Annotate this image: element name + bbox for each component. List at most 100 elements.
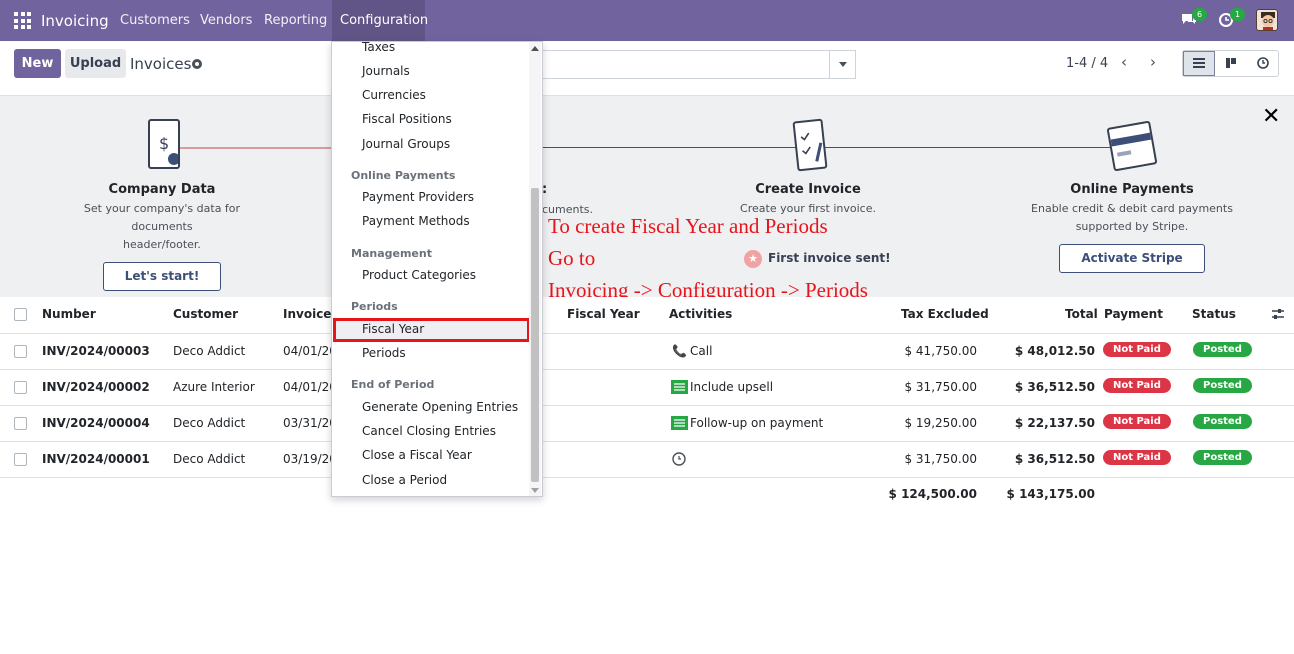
menu-item-product-categories[interactable]: Product Categories xyxy=(362,268,476,282)
row-checkbox[interactable] xyxy=(14,417,27,430)
menu-item-journals[interactable]: Journals xyxy=(362,64,410,78)
optional-columns-icon[interactable] xyxy=(1271,307,1285,325)
cell-number: INV/2024/00001 xyxy=(42,452,150,466)
company-data-illustration-icon: $ xyxy=(148,119,180,169)
menu-reporting[interactable]: Reporting xyxy=(264,13,327,28)
follow-up-icon[interactable] xyxy=(671,416,688,433)
step-desc-2: supported by Stripe. xyxy=(1075,220,1189,233)
table-row[interactable]: INV/2024/00001 Deco Addict 03/19/20 $ 31… xyxy=(0,442,1294,478)
col-total[interactable]: Total xyxy=(1065,307,1098,321)
search-options-toggle[interactable] xyxy=(829,51,855,78)
apps-grid-icon[interactable] xyxy=(14,12,31,29)
row-checkbox[interactable] xyxy=(14,381,27,394)
section-periods: Periods xyxy=(351,300,398,313)
col-customer[interactable]: Customer xyxy=(173,307,238,321)
configuration-dropdown: Taxes Journals Currencies Fiscal Positio… xyxy=(331,40,543,497)
clock-icon[interactable] xyxy=(672,452,686,469)
menu-item-close-fiscal-year[interactable]: Close a Fiscal Year xyxy=(362,448,472,462)
cell-tax-excluded: $ 19,250.00 xyxy=(904,416,977,430)
cell-activity[interactable]: Follow-up on payment xyxy=(690,416,823,430)
activity-view-icon[interactable] xyxy=(1247,51,1279,76)
scroll-up-icon[interactable] xyxy=(531,46,539,51)
annotation-line-2: Go to xyxy=(548,246,596,270)
status-badge: Posted xyxy=(1193,342,1252,357)
col-tax-excluded[interactable]: Tax Excluded xyxy=(901,307,989,321)
star-icon: ★ xyxy=(744,250,762,268)
col-number[interactable]: Number xyxy=(42,307,96,321)
col-payment[interactable]: Payment xyxy=(1104,307,1163,321)
chat-badge: 6 xyxy=(1192,8,1207,21)
step-title: Create Invoice xyxy=(755,182,861,197)
scroll-down-icon[interactable] xyxy=(531,488,539,493)
new-button[interactable]: New xyxy=(14,49,61,78)
table-row[interactable]: INV/2024/00004 Deco Addict 03/31/20 Foll… xyxy=(0,406,1294,442)
control-panel: New Upload Invoices 1-4 / 4 ‹ › xyxy=(0,41,1294,96)
col-activities[interactable]: Activities xyxy=(669,307,732,321)
status-badge: Posted xyxy=(1193,378,1252,393)
first-invoice-sent-status: ★ First invoice sent! xyxy=(744,250,891,268)
gear-icon[interactable] xyxy=(192,59,202,69)
cell-customer: Deco Addict xyxy=(173,344,246,358)
menu-item-generate-opening-entries[interactable]: Generate Opening Entries xyxy=(362,400,518,414)
app-name[interactable]: Invoicing xyxy=(41,12,109,30)
col-fiscal-year[interactable]: Fiscal Year xyxy=(567,307,640,321)
pager-previous-icon[interactable]: ‹ xyxy=(1111,51,1137,75)
cell-activity[interactable]: Call xyxy=(690,344,712,358)
menu-item-fiscal-year[interactable]: Fiscal Year xyxy=(362,322,424,336)
top-navbar: Invoicing Customers Vendors Reporting Co… xyxy=(0,0,1294,41)
payment-badge: Not Paid xyxy=(1103,414,1171,429)
section-online-payments: Online Payments xyxy=(351,169,456,182)
menu-item-payment-methods[interactable]: Payment Methods xyxy=(362,214,470,228)
activity-clock-icon[interactable]: 1 xyxy=(1218,8,1245,32)
menu-item-fiscal-positions[interactable]: Fiscal Positions xyxy=(362,112,452,126)
status-badge: Posted xyxy=(1193,450,1252,465)
cell-customer: Deco Addict xyxy=(173,452,246,466)
status-badge: Posted xyxy=(1193,414,1252,429)
activate-stripe-button[interactable]: Activate Stripe xyxy=(1059,244,1205,273)
menu-customers[interactable]: Customers xyxy=(120,13,190,28)
section-end-of-period: End of Period xyxy=(351,378,435,391)
payment-badge: Not Paid xyxy=(1103,342,1171,357)
cell-customer: Azure Interior xyxy=(173,380,255,394)
row-checkbox[interactable] xyxy=(14,453,27,466)
menu-item-cancel-closing-entries[interactable]: Cancel Closing Entries xyxy=(362,424,496,438)
breadcrumb: Invoices xyxy=(130,55,192,73)
cell-activity[interactable]: Include upsell xyxy=(690,380,773,394)
step-online-payments: Online Payments Enable credit & debit ca… xyxy=(1022,182,1242,273)
payment-badge: Not Paid xyxy=(1103,378,1171,393)
lets-start-button[interactable]: Let's start! xyxy=(102,262,222,291)
menu-item-taxes[interactable]: Taxes xyxy=(362,40,395,54)
menu-configuration[interactable]: Configuration xyxy=(332,0,428,41)
menu-vendors[interactable]: Vendors xyxy=(200,13,252,28)
pager-value[interactable]: 1-4 / 4 xyxy=(1066,56,1108,71)
kanban-view-icon[interactable] xyxy=(1215,51,1247,76)
cell-number: INV/2024/00004 xyxy=(42,416,150,430)
upload-button[interactable]: Upload xyxy=(65,49,126,78)
menu-item-close-period[interactable]: Close a Period xyxy=(362,473,447,487)
row-checkbox[interactable] xyxy=(14,345,27,358)
svg-text:$: $ xyxy=(159,134,169,153)
chat-icon[interactable]: 6 xyxy=(1180,8,1207,32)
menu-item-periods[interactable]: Periods xyxy=(362,346,406,360)
user-avatar[interactable] xyxy=(1256,9,1278,31)
pager-next-icon[interactable]: › xyxy=(1140,51,1166,75)
menu-item-currencies[interactable]: Currencies xyxy=(362,88,426,102)
total-tax-excluded: $ 124,500.00 xyxy=(888,487,977,501)
close-icon[interactable]: ✕ xyxy=(1262,104,1280,129)
upsell-icon[interactable] xyxy=(671,380,688,397)
menu-item-payment-providers[interactable]: Payment Providers xyxy=(362,190,474,204)
step-create-invoice: Create Invoice Create your first invoice… xyxy=(708,182,908,218)
menu-item-journal-groups[interactable]: Journal Groups xyxy=(362,137,450,151)
cell-tax-excluded: $ 31,750.00 xyxy=(904,380,977,394)
step-title: Online Payments xyxy=(1070,182,1194,197)
col-status[interactable]: Status xyxy=(1192,307,1236,321)
cell-date: 03/31/20 xyxy=(283,416,337,430)
scrollbar-thumb[interactable] xyxy=(531,188,539,482)
phone-icon[interactable]: 📞 xyxy=(672,344,687,358)
list-view-icon[interactable] xyxy=(1183,51,1215,76)
table-row[interactable]: INV/2024/00003 Deco Addict 04/01/20 📞 Ca… xyxy=(0,334,1294,370)
table-row[interactable]: INV/2024/00002 Azure Interior 04/01/20 I… xyxy=(0,370,1294,406)
activity-badge: 1 xyxy=(1230,8,1245,21)
select-all-checkbox[interactable] xyxy=(14,308,27,321)
search-input[interactable] xyxy=(540,50,856,79)
